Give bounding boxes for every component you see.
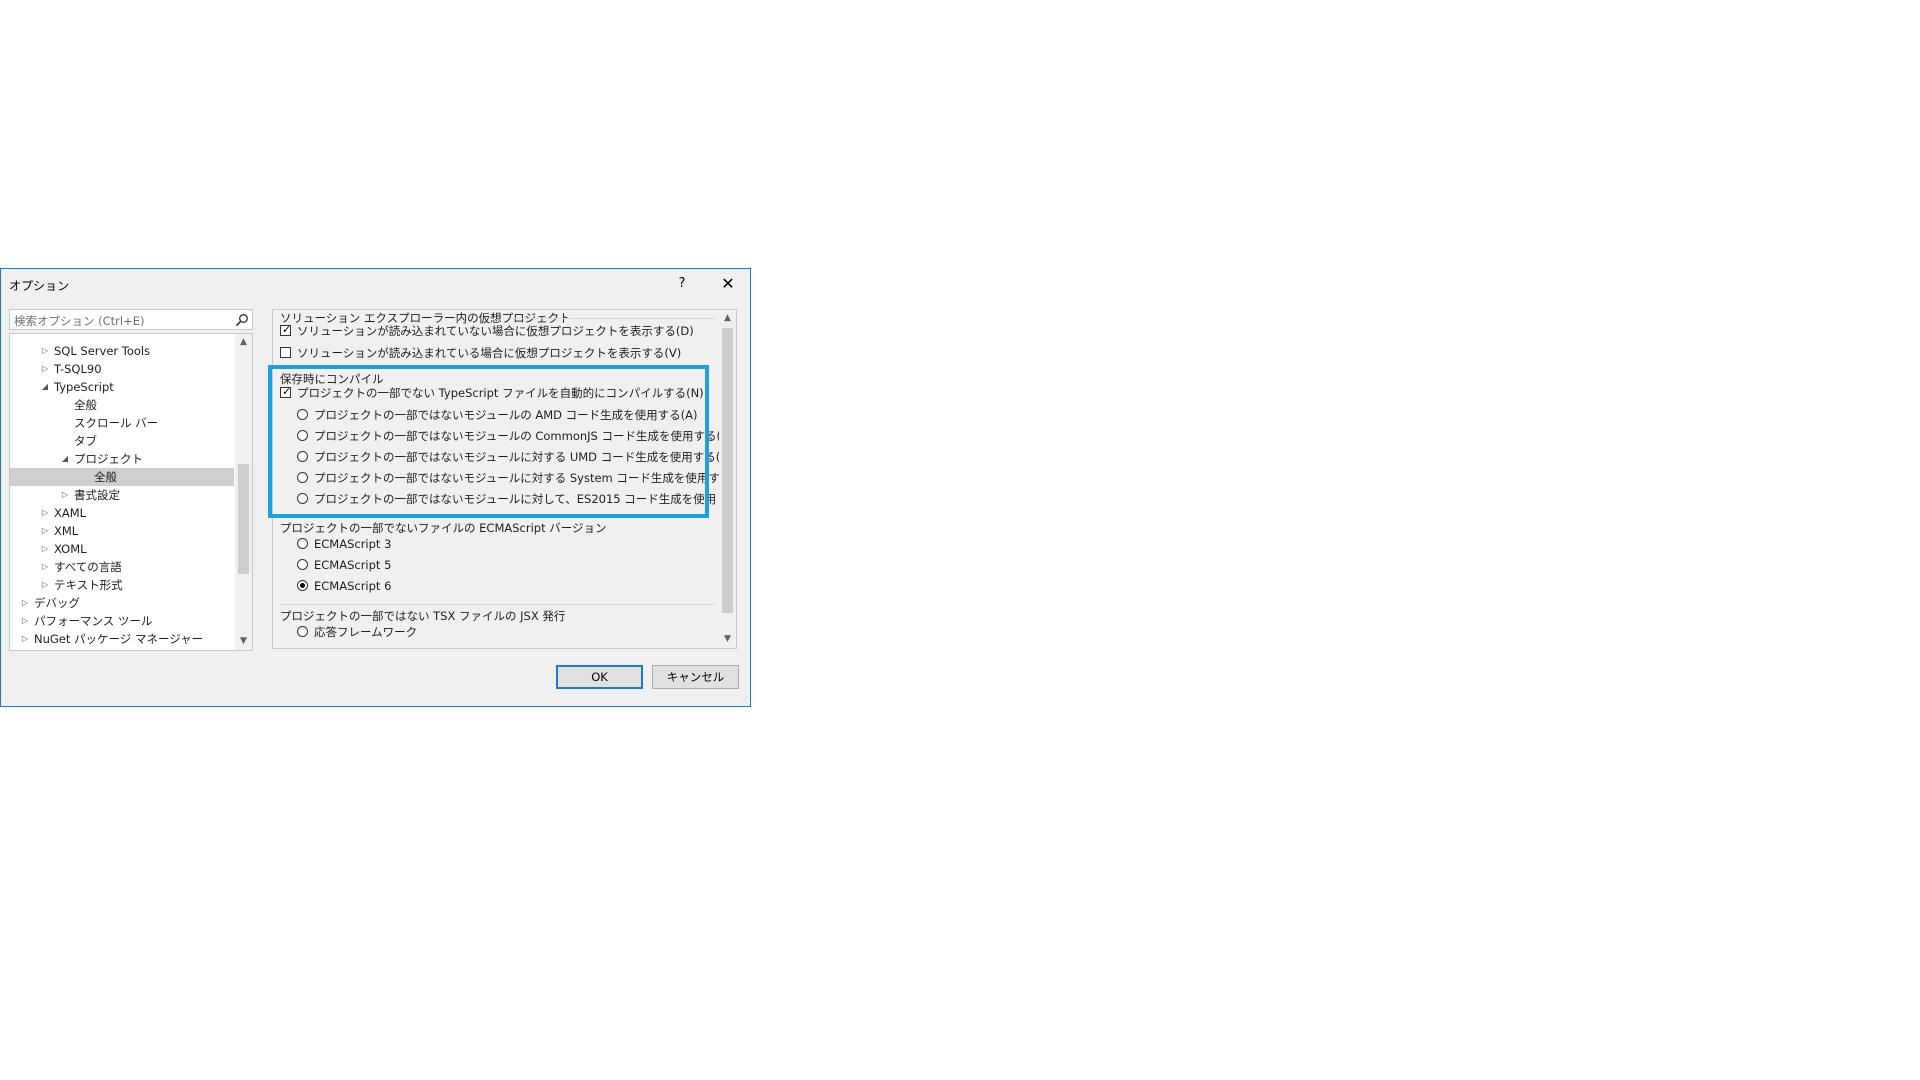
- tree-item-label: すべての言語: [54, 560, 122, 574]
- tree-item-label: 全般: [74, 398, 97, 412]
- tree-scrollbar[interactable]: ▲ ▼: [235, 334, 252, 650]
- tree-item-label: 全般: [94, 470, 117, 484]
- tree-item-formatting[interactable]: ▷ 書式設定: [10, 486, 234, 504]
- expand-arrow-icon[interactable]: ▷: [40, 540, 50, 558]
- checkbox-box[interactable]: ✓: [280, 323, 292, 336]
- scroll-thumb[interactable]: [238, 464, 249, 574]
- tree-item-sql-server-tools[interactable]: ▷ SQL Server Tools: [10, 342, 234, 360]
- ok-button[interactable]: OK: [556, 665, 643, 689]
- tree-item-nuget[interactable]: ▷ NuGet パッケージ マネージャー: [10, 630, 234, 648]
- radio-label: プロジェクトの一部ではないモジュールの AMD コード生成を使用する(A): [314, 408, 698, 422]
- tree-item-label: TypeScript: [54, 380, 114, 394]
- radio-circle[interactable]: [297, 538, 308, 549]
- group-header-jsx-emit: プロジェクトの一部ではない TSX ファイルの JSX 発行: [280, 609, 566, 623]
- tree-item-tsql90[interactable]: ▷ T-SQL90: [10, 360, 234, 378]
- radio-circle[interactable]: [297, 430, 308, 441]
- title-bar: オプション ? ✕: [1, 269, 750, 299]
- checkbox-label: ソリューションが読み込まれている場合に仮想プロジェクトを表示する(V): [297, 346, 682, 360]
- expand-arrow-icon[interactable]: ▷: [40, 504, 50, 522]
- tree-item-xml[interactable]: ▷ XML: [10, 522, 234, 540]
- tree-item-typescript[interactable]: ◢ TypeScript: [10, 378, 234, 396]
- group-header-ecmascript-version: プロジェクトの一部でないファイルの ECMAScript バージョン: [280, 521, 607, 535]
- expand-arrow-icon[interactable]: ▷: [40, 522, 50, 540]
- tree-item-label: デバッグ: [34, 596, 80, 610]
- close-button[interactable]: ✕: [714, 273, 742, 295]
- scroll-up-icon[interactable]: ▲: [235, 334, 252, 351]
- tree-item-performance-tools[interactable]: ▷ パフォーマンス ツール: [10, 612, 234, 630]
- tree-item-label: プロジェクト: [74, 452, 143, 466]
- scroll-up-icon[interactable]: ▲: [719, 310, 736, 327]
- tree-item-debug[interactable]: ▷ デバッグ: [10, 594, 234, 612]
- tree-item-label: NuGet パッケージ マネージャー: [34, 632, 204, 646]
- expand-arrow-icon[interactable]: ▷: [40, 342, 50, 360]
- scroll-thumb[interactable]: [722, 328, 733, 613]
- checkmark-icon: ✓: [282, 323, 292, 336]
- expand-arrow-icon[interactable]: ▷: [40, 558, 50, 576]
- options-dialog: オプション ? ✕ 検索オプション (Ctrl+E) ▷ SQL Server …: [0, 268, 751, 707]
- help-button[interactable]: ?: [670, 273, 694, 295]
- group-divider: [513, 318, 716, 319]
- radio-selected-dot: [300, 583, 305, 588]
- expand-arrow-icon[interactable]: ▷: [40, 360, 50, 378]
- expand-arrow-icon[interactable]: ▷: [20, 630, 30, 648]
- expand-arrow-icon[interactable]: ▷: [40, 576, 50, 594]
- tree-item-project[interactable]: ◢ プロジェクト: [10, 450, 234, 468]
- radio-circle[interactable]: [297, 493, 308, 504]
- tree-item-label: SQL Server Tools: [54, 344, 151, 358]
- collapse-arrow-icon[interactable]: ◢: [40, 378, 50, 396]
- tree-item-label: テキスト形式: [54, 578, 123, 592]
- resize-grip-icon[interactable]: ⋰: [740, 696, 748, 704]
- expand-arrow-icon[interactable]: ▷: [20, 612, 30, 630]
- radio-label: プロジェクトの一部ではないモジュールに対する UMD コード生成を使用する(U): [314, 450, 734, 464]
- radio-circle[interactable]: [297, 559, 308, 570]
- tree-item-label: XAML: [54, 506, 87, 520]
- radio-label: プロジェクトの一部ではないモジュールに対して、ES2015 コード生成を使用しま…: [314, 492, 737, 506]
- options-tree: ▷ SQL Server Tools ▷ T-SQL90 ◢ TypeScrip…: [9, 333, 253, 651]
- checkbox-box[interactable]: [280, 347, 291, 358]
- tree-item-label: XOML: [54, 542, 87, 556]
- radio-label: ECMAScript 5: [314, 558, 392, 572]
- collapse-arrow-icon[interactable]: ◢: [60, 450, 70, 468]
- scroll-down-icon[interactable]: ▼: [719, 631, 736, 648]
- tree-item-project-general[interactable]: 全般: [10, 468, 234, 486]
- radio-label: 応答フレームワーク: [314, 625, 418, 639]
- cancel-button[interactable]: キャンセル: [652, 665, 739, 689]
- radio-label: ECMAScript 6: [314, 579, 392, 593]
- dialog-title: オプション: [9, 279, 70, 293]
- search-input[interactable]: 検索オプション (Ctrl+E): [9, 309, 253, 330]
- tree-item-label: 書式設定: [74, 488, 120, 502]
- checkmark-icon: ✓: [282, 385, 292, 398]
- settings-panel: ソリューション エクスプローラー内の仮想プロジェクト ✓ ソリューションが読み込…: [272, 309, 737, 649]
- radio-circle[interactable]: [297, 451, 308, 462]
- search-placeholder: 検索オプション (Ctrl+E): [14, 314, 145, 328]
- radio-circle[interactable]: [297, 472, 308, 483]
- tree-item-xoml[interactable]: ▷ XOML: [10, 540, 234, 558]
- tree-item-tab[interactable]: タブ: [10, 432, 234, 450]
- expand-arrow-icon[interactable]: ▷: [20, 594, 30, 612]
- checkbox-label: ソリューションが読み込まれていない場合に仮想プロジェクトを表示する(D): [297, 324, 694, 338]
- tree-item-label: XML: [54, 524, 79, 538]
- tree-item-all-languages[interactable]: ▷ すべての言語: [10, 558, 234, 576]
- tree-item-label: パフォーマンス ツール: [34, 614, 153, 628]
- checkbox-box[interactable]: ✓: [280, 385, 292, 398]
- tree-item-typescript-general[interactable]: 全般: [10, 396, 234, 414]
- tree-item-plain-text[interactable]: ▷ テキスト形式: [10, 576, 234, 594]
- radio-circle[interactable]: [297, 626, 308, 637]
- radio-circle[interactable]: [297, 409, 308, 420]
- checkbox-label: プロジェクトの一部でない TypeScript ファイルを自動的にコンパイルする…: [297, 386, 704, 400]
- panel-scrollbar[interactable]: ▲ ▼: [719, 310, 736, 648]
- group-divider: [280, 604, 716, 605]
- tree-item-label: タブ: [74, 434, 97, 448]
- expand-arrow-icon[interactable]: ▷: [60, 486, 70, 504]
- search-icon[interactable]: [235, 313, 249, 327]
- radio-circle[interactable]: [297, 580, 308, 591]
- tree-item-label: スクロール バー: [74, 416, 159, 430]
- scroll-down-icon[interactable]: ▼: [235, 633, 252, 650]
- radio-label: ECMAScript 3: [314, 537, 392, 551]
- tree-item-scrollbar[interactable]: スクロール バー: [10, 414, 234, 432]
- tree-item-label: T-SQL90: [54, 362, 102, 376]
- tree-item-xaml[interactable]: ▷ XAML: [10, 504, 234, 522]
- radio-label: プロジェクトの一部ではないモジュールに対する System コード生成を使用する…: [314, 471, 737, 485]
- radio-label: プロジェクトの一部ではないモジュールの CommonJS コード生成を使用する(…: [314, 429, 734, 443]
